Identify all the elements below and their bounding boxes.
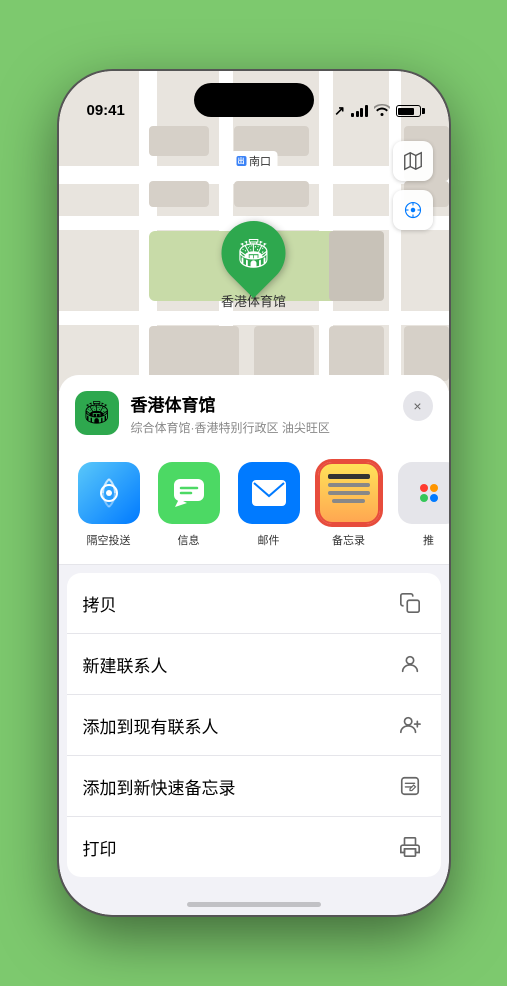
location-venue-icon: 🏟 bbox=[75, 391, 119, 435]
location-header: 🏟 香港体育馆 综合体育馆·香港特别行政区 油尖旺区 × bbox=[59, 375, 449, 448]
message-icon bbox=[158, 462, 220, 524]
action-add-contact-label: 添加到现有联系人 bbox=[83, 713, 219, 738]
location-info: 香港体育馆 综合体育馆·香港特别行政区 油尖旺区 bbox=[131, 391, 391, 448]
wifi-icon bbox=[374, 104, 390, 119]
phone-frame: 09:41 ↗ bbox=[59, 71, 449, 915]
share-item-airdrop[interactable]: 隔空投送 bbox=[75, 462, 143, 548]
location-name: 香港体育馆 bbox=[131, 391, 391, 416]
share-row: 隔空投送 信息 bbox=[59, 448, 449, 565]
action-list: 拷贝 新建联系人 bbox=[67, 573, 441, 877]
copy-icon bbox=[395, 588, 425, 618]
mail-label: 邮件 bbox=[258, 532, 280, 548]
more-icon bbox=[398, 462, 449, 524]
action-new-contact[interactable]: 新建联系人 bbox=[67, 634, 441, 695]
map-controls bbox=[393, 141, 433, 230]
home-indicator bbox=[187, 902, 321, 907]
person-icon bbox=[395, 649, 425, 679]
bottom-sheet: 🏟 香港体育馆 综合体育馆·香港特别行政区 油尖旺区 × bbox=[59, 375, 449, 915]
pin-inner: 🏟 bbox=[236, 237, 272, 270]
quick-note-icon bbox=[395, 771, 425, 801]
print-icon bbox=[395, 832, 425, 862]
dots-icon bbox=[420, 484, 438, 502]
airdrop-label: 隔空投送 bbox=[87, 532, 131, 548]
phone-screen: 09:41 ↗ bbox=[59, 71, 449, 915]
pin-circle: 🏟 bbox=[208, 208, 299, 299]
share-item-more[interactable]: 推 bbox=[395, 462, 449, 548]
action-copy-label: 拷贝 bbox=[83, 591, 117, 616]
status-icons: ↗ bbox=[334, 103, 420, 119]
share-item-mail[interactable]: 邮件 bbox=[235, 462, 303, 548]
map-label-text: 南口 bbox=[249, 153, 271, 169]
share-item-message[interactable]: 信息 bbox=[155, 462, 223, 548]
person-add-icon bbox=[395, 710, 425, 740]
status-time: 09:41 bbox=[87, 102, 125, 119]
notes-label: 备忘录 bbox=[332, 532, 365, 548]
location-button[interactable] bbox=[393, 190, 433, 230]
share-item-notes[interactable]: 备忘录 bbox=[315, 462, 383, 548]
map-label: 出 南口 bbox=[230, 151, 277, 171]
battery-icon bbox=[396, 105, 421, 117]
location-arrow-icon: ↗ bbox=[334, 103, 345, 119]
dynamic-island bbox=[194, 83, 314, 117]
notes-icon bbox=[318, 462, 380, 524]
action-quick-note[interactable]: 添加到新快速备忘录 bbox=[67, 756, 441, 817]
action-new-contact-label: 新建联系人 bbox=[83, 652, 168, 677]
action-copy[interactable]: 拷贝 bbox=[67, 573, 441, 634]
mail-icon bbox=[238, 462, 300, 524]
notes-wrapper bbox=[318, 462, 380, 524]
more-label: 推 bbox=[423, 532, 434, 548]
signal-bars-icon bbox=[351, 105, 368, 117]
map-type-button[interactable] bbox=[393, 141, 433, 181]
message-label: 信息 bbox=[178, 532, 200, 548]
location-address: 综合体育馆·香港特别行政区 油尖旺区 bbox=[131, 419, 391, 436]
map-pin: 🏟 香港体育馆 bbox=[221, 221, 286, 310]
action-print[interactable]: 打印 bbox=[67, 817, 441, 877]
action-print-label: 打印 bbox=[83, 835, 117, 860]
action-add-contact[interactable]: 添加到现有联系人 bbox=[67, 695, 441, 756]
action-quick-note-label: 添加到新快速备忘录 bbox=[83, 774, 236, 799]
airdrop-icon bbox=[78, 462, 140, 524]
close-button[interactable]: × bbox=[403, 391, 433, 421]
